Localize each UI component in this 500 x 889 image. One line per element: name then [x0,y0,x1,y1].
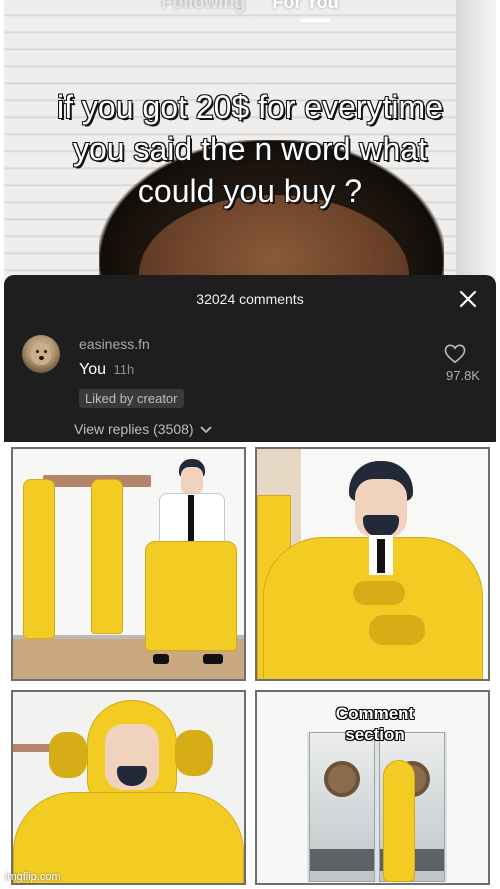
gloved-hand [175,730,213,776]
caption-line-3: could you buy ? [137,172,363,210]
man-in-hazmat-suit [383,760,415,882]
avatar-eye [36,350,39,353]
kick-plate [310,849,374,871]
avatar[interactable] [22,335,60,373]
label-line-2: section [345,724,406,744]
caption-line-1: if you got 20$ for everytime [56,88,444,126]
like-count: 97.8K [446,368,480,383]
chevron-down-icon [200,426,213,434]
avatar-nose [39,356,44,360]
feed-tabs: Following For You [4,0,496,22]
view-replies-label: View replies (3508) [74,421,194,437]
comment-time: 11h [113,362,135,377]
comic-panel-1 [11,447,246,681]
hanging-suit [23,479,55,639]
man-tie [188,495,194,543]
comic-panel-2 [255,447,490,681]
comments-count: 32024 comments [196,291,304,307]
imgflip-watermark: imgflip.com [5,871,61,883]
hanging-suit [91,479,123,634]
video-frame: Following For You if you got 20$ for eve… [4,0,496,290]
gloved-hand [369,615,425,645]
close-icon[interactable] [458,289,478,309]
man-shoe [153,654,169,664]
suit-legs [145,541,237,651]
view-replies-link[interactable]: View replies (3508) [74,421,213,437]
door-left [309,732,375,882]
label-line-1: Comment [335,703,415,723]
comments-sheet: 32024 comments easiness.fn You 11h Liked… [4,275,496,442]
comment-section-label: Comment section [320,703,430,745]
comment-username[interactable]: easiness.fn [79,336,150,352]
gloved-hand [353,581,405,605]
man-shoe [203,654,223,664]
man-tie [377,539,385,573]
double-door [307,732,447,882]
man-face [181,467,203,495]
dog-face [31,343,51,365]
caption-line-2: you said the n word what [72,130,428,168]
gloved-hand [49,732,87,778]
comment-body: You 11h [79,361,134,379]
avatar-eye [44,350,47,353]
video-caption: if you got 20$ for everytime you said th… [4,86,496,212]
porthole-window [324,761,360,797]
comment-text: You [79,361,106,378]
active-tab-indicator [300,19,330,22]
tab-for-you[interactable]: For You [272,0,338,12]
heart-icon[interactable] [444,344,466,364]
tab-following[interactable]: Following [161,0,245,12]
comic-panel-3 [11,690,246,885]
liked-by-creator-badge: Liked by creator [79,389,184,408]
